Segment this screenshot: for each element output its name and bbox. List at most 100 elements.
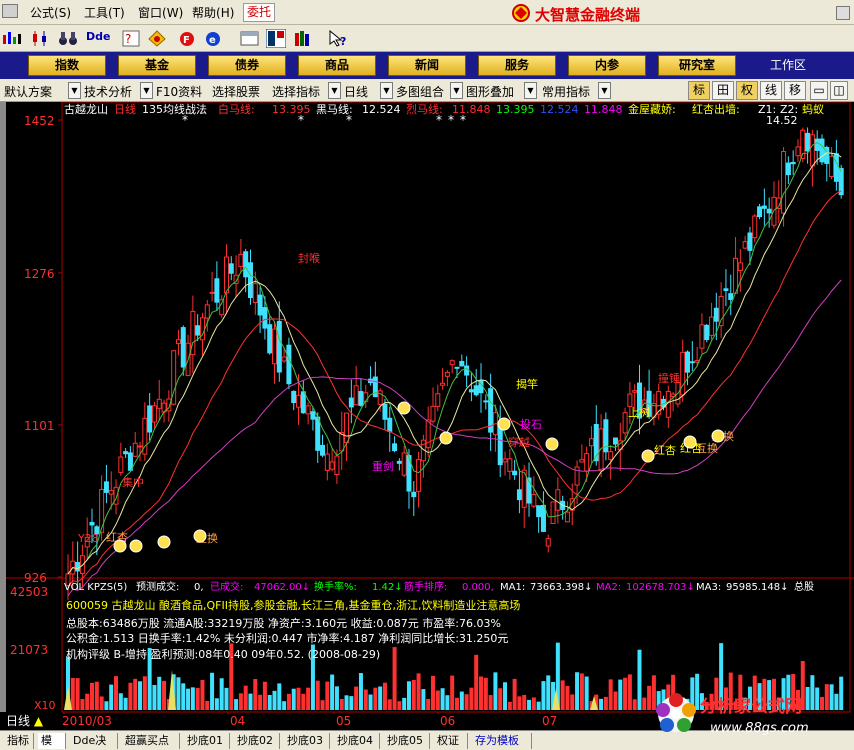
smiley-icon	[397, 401, 411, 415]
status-tab[interactable]: 抄底02	[234, 733, 280, 749]
chevron-down-icon[interactable]: ▼	[598, 82, 611, 99]
volume-bar	[267, 694, 272, 710]
candle-body	[108, 490, 114, 495]
volume-title-part: 95985.148↓	[726, 582, 788, 593]
status-tab[interactable]: Dde决策	[70, 733, 118, 749]
status-tab[interactable]: 抄底01	[184, 733, 230, 749]
menu-window[interactable]: 窗口(W)	[138, 4, 183, 21]
candle-body	[444, 371, 450, 377]
dde-tool-icon[interactable]: Dde	[86, 30, 110, 43]
chevron-down-icon[interactable]: ▼	[380, 82, 393, 99]
chevron-down-icon[interactable]: ▼	[450, 82, 463, 99]
nav-tab-index[interactable]: 指数	[28, 55, 106, 76]
volume-bar	[354, 686, 359, 710]
volume-bar	[315, 680, 320, 710]
volume-bar	[455, 697, 459, 710]
overlay-menu[interactable]: 图形叠加	[466, 83, 514, 100]
side-tab-strip[interactable]	[0, 102, 6, 712]
diamond-tool-icon[interactable]	[148, 30, 166, 47]
volume-title-part: 预测成交:	[136, 580, 179, 593]
brand-logo-icon	[510, 3, 532, 26]
layout-tool-icon[interactable]	[266, 29, 286, 48]
nav-tab-commodity[interactable]: 商品	[298, 55, 376, 76]
chevron-down-icon[interactable]: ▼	[524, 82, 537, 99]
volume-bar	[565, 685, 570, 710]
volume-bar	[334, 686, 339, 710]
volume-bar	[219, 678, 224, 710]
smiley-icon	[497, 417, 511, 431]
signal-annotation: 红杏	[654, 444, 676, 457]
candle-body	[757, 206, 763, 218]
price-title-part: 金屋藏娇:	[628, 102, 676, 116]
f10-tool-icon[interactable]: F	[178, 30, 196, 47]
binoculars-icon[interactable]	[58, 30, 78, 47]
nav-tab-news[interactable]: 新闻	[388, 55, 466, 76]
candle-body	[805, 132, 811, 152]
volume-bar	[541, 681, 546, 710]
candle-body	[742, 241, 748, 249]
volume-bar	[479, 676, 484, 710]
period-indicator[interactable]: 日线 ▲	[6, 712, 43, 729]
pick-stock-button[interactable]: 选择股票	[212, 83, 260, 100]
menu-help[interactable]: 帮助(H)	[192, 4, 234, 21]
star-icon: *	[346, 113, 352, 127]
smiley-icon	[193, 529, 207, 543]
period-select[interactable]: 日线	[344, 83, 368, 100]
chevron-down-icon[interactable]: ▼	[328, 82, 341, 99]
help-pointer-icon[interactable]: ?	[328, 30, 348, 47]
candle-body	[627, 393, 633, 407]
status-tab[interactable]: 指标	[4, 733, 34, 749]
line-button[interactable]: 线	[760, 81, 782, 100]
status-tab[interactable]: 存为模板	[472, 733, 532, 749]
books-tool-icon[interactable]	[294, 30, 314, 47]
status-tab[interactable]: 抄底05	[384, 733, 430, 749]
candle-body	[89, 521, 95, 526]
bar-chart-tool-icon[interactable]	[2, 31, 22, 45]
status-tab[interactable]: 超赢买点	[122, 733, 180, 749]
mark-button[interactable]: 标	[688, 81, 710, 100]
volume-bar	[603, 696, 608, 710]
svg-text:F: F	[183, 35, 190, 46]
split-pane-icon[interactable]: ◫	[830, 81, 848, 100]
candle-body	[833, 153, 839, 182]
pick-index-button[interactable]: 选择指标	[272, 83, 320, 100]
nav-tab-insider[interactable]: 内参	[568, 55, 646, 76]
status-tab[interactable]: 权证	[434, 733, 468, 749]
menu-item-system[interactable]	[2, 4, 18, 21]
f10-menu[interactable]: F10资料	[156, 83, 202, 100]
common-index-menu[interactable]: 常用指标	[542, 83, 590, 100]
chevron-down-icon[interactable]: ▼	[140, 82, 153, 99]
grid-button[interactable]: 田	[712, 81, 734, 100]
report-tool-icon[interactable]: ?	[122, 30, 140, 47]
menu-formula[interactable]: 公式(S)	[30, 4, 71, 21]
candle-body	[315, 416, 321, 451]
status-tab[interactable]: 抄底03	[284, 733, 330, 749]
multi-chart-menu[interactable]: 多图组合	[396, 83, 444, 100]
workarea-label[interactable]: 工作区	[770, 56, 806, 73]
menu-tools[interactable]: 工具(T)	[84, 4, 125, 21]
candle-body	[387, 417, 393, 432]
status-tab[interactable]: 抄底04	[334, 733, 380, 749]
tech-analysis-menu[interactable]: 技术分析	[84, 83, 132, 100]
smiley-icon	[113, 539, 127, 553]
window-control-icon[interactable]	[836, 6, 850, 20]
minimize-pane-icon[interactable]: ▭	[810, 81, 828, 100]
globe-tool-icon[interactable]: e	[204, 30, 222, 47]
volume-title-part: 筋手排序:	[404, 580, 447, 593]
rights-button[interactable]: 权	[736, 81, 758, 100]
chevron-down-icon[interactable]: ▼	[68, 82, 81, 99]
nav-tab-research[interactable]: 研究室	[658, 55, 736, 76]
status-tab[interactable]: 模板	[38, 733, 66, 749]
scheme-select[interactable]: 默认方案	[4, 83, 52, 100]
candle-body	[454, 366, 460, 369]
nav-tab-service[interactable]: 服务	[478, 55, 556, 76]
window-tool-icon[interactable]	[240, 30, 260, 47]
move-button[interactable]: 移	[784, 81, 806, 100]
candle-tool-icon[interactable]	[30, 30, 50, 47]
nav-tab-fund[interactable]: 基金	[118, 55, 196, 76]
volume-bar	[238, 693, 243, 710]
entrust-button[interactable]: 委托	[243, 3, 275, 22]
nav-tab-bond[interactable]: 债券	[208, 55, 286, 76]
candle-body	[536, 505, 542, 518]
time-axis-label: 06	[440, 714, 456, 728]
